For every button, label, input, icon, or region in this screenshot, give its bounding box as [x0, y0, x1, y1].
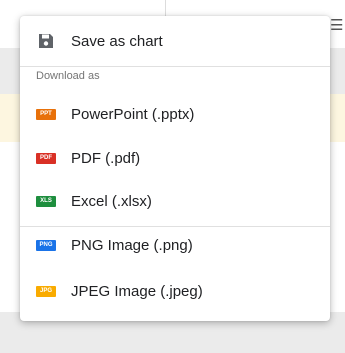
save-as-chart-item[interactable]: Save as chart — [20, 19, 330, 63]
download-png-item[interactable]: PNG PNG Image (.png) — [20, 223, 330, 267]
download-png-label: PNG Image (.png) — [71, 236, 193, 254]
pptx-file-icon: PPT — [36, 108, 56, 120]
download-jpeg-item[interactable]: JPG JPEG Image (.jpeg) — [20, 269, 330, 313]
download-pptx-label: PowerPoint (.pptx) — [71, 105, 195, 123]
xlsx-file-icon: XLS — [36, 195, 56, 207]
pdf-file-icon: PDF — [36, 152, 56, 164]
jpeg-file-icon: JPG — [36, 285, 56, 297]
section-label: Download as — [36, 70, 100, 82]
download-pdf-item[interactable]: PDF PDF (.pdf) — [20, 136, 330, 180]
menu-icon[interactable]: ☰ — [330, 16, 343, 34]
export-menu: Save as chart Download as PPT PowerPoint… — [20, 16, 330, 321]
save-as-chart-label: Save as chart — [71, 32, 163, 50]
download-xlsx-label: Excel (.xlsx) — [71, 192, 152, 210]
download-xlsx-item[interactable]: XLS Excel (.xlsx) — [20, 179, 330, 223]
download-pdf-label: PDF (.pdf) — [71, 149, 141, 167]
save-icon — [38, 33, 54, 54]
png-file-icon: PNG — [36, 239, 56, 251]
download-jpeg-label: JPEG Image (.jpeg) — [71, 282, 203, 300]
menu-separator — [20, 66, 330, 67]
download-pptx-item[interactable]: PPT PowerPoint (.pptx) — [20, 92, 330, 136]
